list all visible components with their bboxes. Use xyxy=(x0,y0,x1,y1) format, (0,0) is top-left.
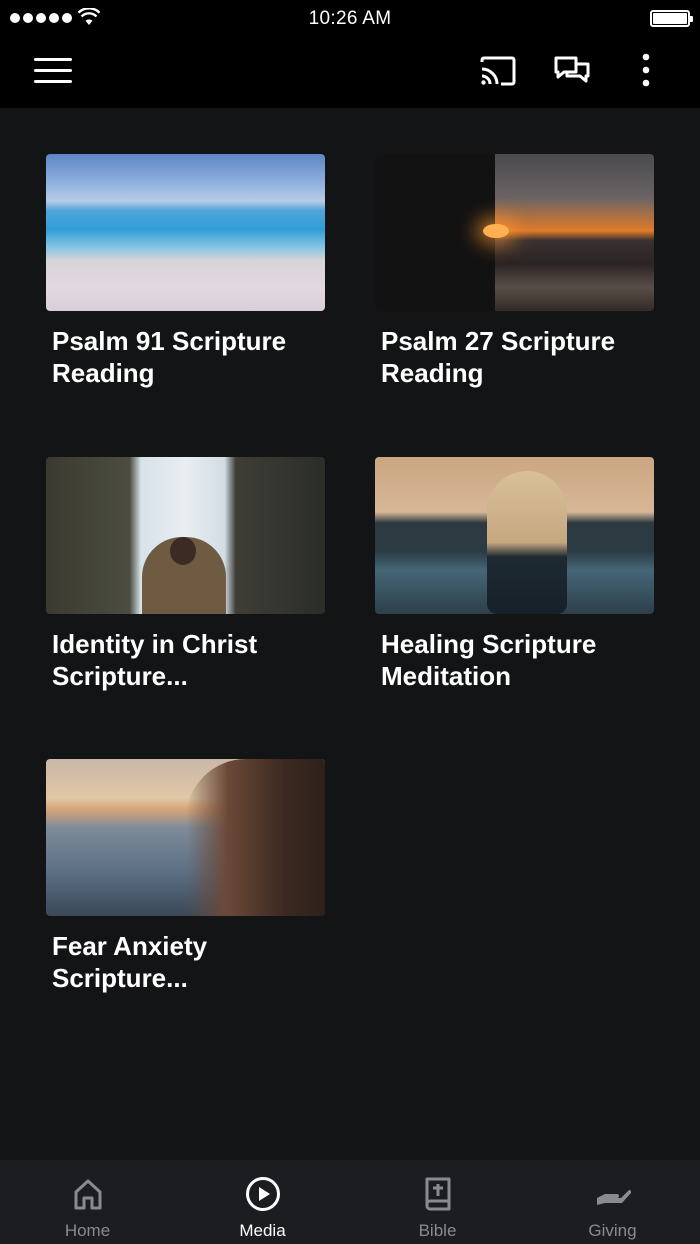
app-header xyxy=(0,36,700,108)
media-thumbnail[interactable] xyxy=(375,457,654,614)
media-card[interactable]: Psalm 91 Scripture Reading xyxy=(46,154,326,389)
giving-hand-icon xyxy=(597,1189,631,1205)
media-thumbnail[interactable] xyxy=(375,154,654,311)
nav-item-media[interactable]: Media xyxy=(175,1160,350,1244)
nav-label: Media xyxy=(239,1221,286,1240)
media-title: Psalm 91 Scripture Reading xyxy=(52,326,287,388)
media-card[interactable]: Identity in Christ Scripture... xyxy=(46,457,326,692)
media-title: Identity in Christ Scripture... xyxy=(52,629,258,691)
media-thumbnail[interactable] xyxy=(46,154,325,311)
media-title: Fear Anxiety Scripture... xyxy=(52,931,208,993)
media-title: Psalm 27 Scripture Reading xyxy=(381,326,616,388)
chat-icon[interactable] xyxy=(552,52,592,92)
bottom-nav: Home Media Bible Giving xyxy=(0,1160,700,1244)
status-time: 10:26 AM xyxy=(308,8,392,29)
media-card[interactable]: Psalm 27 Scripture Reading xyxy=(375,154,655,389)
media-card[interactable]: Fear Anxiety Scripture... xyxy=(46,759,326,994)
cast-icon[interactable] xyxy=(478,52,518,92)
nav-label: Bible xyxy=(418,1221,457,1240)
nav-item-home[interactable]: Home xyxy=(0,1160,175,1244)
media-title: Healing Scripture Meditation xyxy=(381,629,597,691)
more-vertical-icon[interactable] xyxy=(626,52,666,92)
nav-label: Giving xyxy=(588,1221,637,1240)
battery-icon xyxy=(650,10,693,27)
hamburger-menu-icon[interactable] xyxy=(34,58,72,86)
nav-label: Home xyxy=(64,1221,111,1240)
play-circle-icon xyxy=(246,1177,280,1211)
media-thumbnail[interactable] xyxy=(46,457,325,614)
media-thumbnail[interactable] xyxy=(46,759,325,916)
status-bar: 10:26 AM xyxy=(0,0,700,36)
bible-icon xyxy=(425,1177,451,1211)
media-card[interactable]: Healing Scripture Meditation xyxy=(375,457,655,692)
nav-item-bible[interactable]: Bible xyxy=(350,1160,525,1244)
nav-item-giving[interactable]: Giving xyxy=(525,1160,700,1244)
home-icon xyxy=(74,1179,102,1210)
